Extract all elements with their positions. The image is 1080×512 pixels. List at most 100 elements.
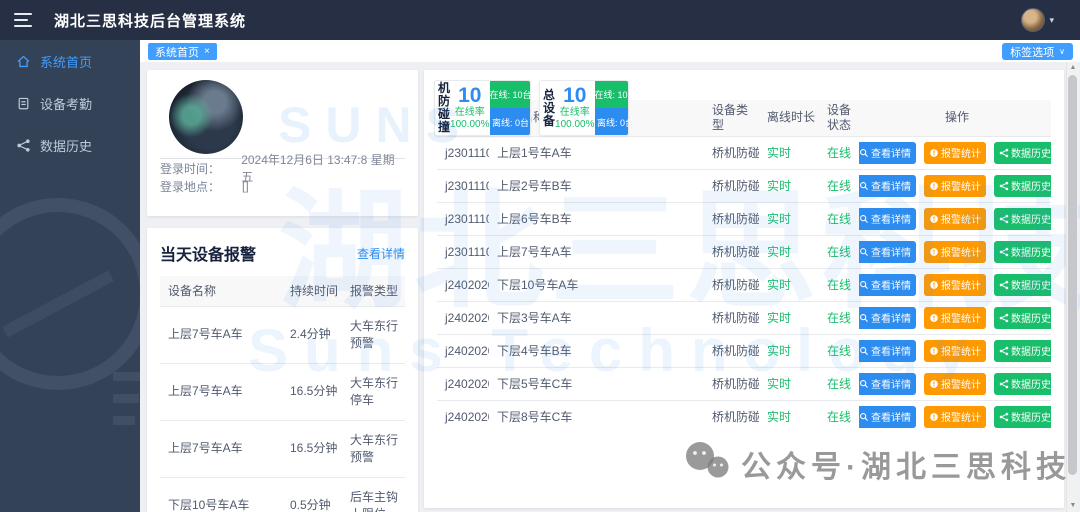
cell-offline-duration: 实时 [759, 366, 819, 400]
alert-icon [929, 280, 939, 290]
avatar[interactable] [1021, 8, 1046, 32]
sidebar-item-history[interactable]: 数据历史 [0, 124, 140, 166]
button-label: 数据历史 [1011, 380, 1051, 391]
sidebar-item-home[interactable]: 系统首页 [0, 40, 140, 82]
login-location-label: 登录地点： [160, 179, 221, 194]
button-label: 报警统计 [941, 149, 981, 160]
view-detail-button[interactable]: 查看详情 [859, 273, 916, 296]
share-icon [999, 379, 1009, 389]
data-history-button[interactable]: 数据历史 [994, 339, 1051, 362]
alarm-table: 设备名称 持续时间 报警类型 上层7号车A车 2.4分钟 大车东行预警 上层7号… [160, 276, 405, 512]
data-history-button[interactable]: 数据历史 [994, 372, 1051, 395]
cell-actions: 查看详情 报警统计 数据历史 [859, 234, 1051, 268]
stat-rate-label: 在线率 [454, 107, 485, 118]
search-icon [859, 412, 869, 422]
search-icon [859, 379, 869, 389]
view-detail-button[interactable]: 查看详情 [859, 339, 916, 362]
data-history-button[interactable]: 数据历史 [994, 141, 1051, 164]
button-label: 查看详情 [871, 182, 911, 193]
cell-device-name: 下层10号车A车 [160, 476, 282, 512]
sidebar-item-label: 设备考勤 [40, 96, 93, 112]
view-detail-button[interactable]: 查看详情 [859, 207, 916, 230]
close-icon[interactable]: × [204, 46, 210, 57]
view-detail-button[interactable]: 查看详情 [859, 306, 916, 329]
alert-icon [929, 379, 939, 389]
cell-actions: 查看详情 报警统计 数据历史 [859, 366, 1051, 400]
cell-duration: 2.4分钟 [282, 305, 342, 363]
cell-actions: 查看详情 报警统计 数据历史 [859, 399, 1051, 433]
alarm-stats-button[interactable]: 报警统计 [924, 240, 986, 263]
view-detail-button[interactable]: 查看详情 [859, 240, 916, 263]
alarm-stats-button[interactable]: 报警统计 [924, 273, 986, 296]
offline-badge: 离线: 0台 [594, 108, 628, 135]
alarm-stats-button[interactable]: 报警统计 [924, 141, 986, 164]
sidebar-logo-watermark [0, 198, 140, 390]
data-history-button[interactable]: 数据历史 [994, 273, 1051, 296]
alarm-panel: 当天设备报警 查看详情 设备名称 持续时间 报警类型 上层7号车A车 2.4分钟 [147, 228, 418, 512]
column-header: 设备类型 [704, 100, 759, 136]
button-label: 数据历史 [1011, 281, 1051, 292]
cell-alarm-type: 大车东行预警 [342, 305, 405, 363]
stat-card-total: 总设备 10 在线率 100.00% 在线: 10台 离线: 0台 [539, 80, 629, 136]
table-row: j240202008 下层10号车A车 桥机防碰撞1 实时 在线 查看详情 报警… [437, 267, 1051, 301]
share-icon [999, 181, 1009, 191]
app-title: 湖北三思科技后台管理系统 [54, 12, 247, 30]
cell-offline-duration: 实时 [759, 333, 819, 367]
share-icon [999, 247, 1009, 257]
data-history-button[interactable]: 数据历史 [994, 240, 1051, 263]
button-label: 报警统计 [941, 380, 981, 391]
cell-device-status: 在线 [819, 168, 859, 202]
button-label: 报警统计 [941, 248, 981, 259]
view-detail-link[interactable]: 查看详情 [357, 245, 405, 262]
cell-alarm-type: 大车东行预警 [342, 419, 405, 477]
login-time-label: 登录时间： [160, 161, 221, 176]
alarm-stats-button[interactable]: 报警统计 [924, 306, 986, 329]
cell-device-status: 在线 [819, 300, 859, 334]
tag-options-label: 标签选项 [1010, 46, 1055, 59]
user-menu[interactable]: ▾ [1021, 8, 1054, 32]
data-history-button[interactable]: 数据历史 [994, 207, 1051, 230]
view-detail-button[interactable]: 查看详情 [859, 372, 916, 395]
button-label: 报警统计 [941, 215, 981, 226]
vertical-scrollbar[interactable]: ▲ ▼ [1066, 62, 1078, 512]
data-history-button[interactable]: 数据历史 [994, 405, 1051, 428]
cell-device-type: 桥机防碰撞1 [704, 234, 759, 268]
alarm-panel-title: 当天设备报警 [160, 247, 257, 264]
alarm-stats-button[interactable]: 报警统计 [924, 174, 986, 197]
share-icon [999, 148, 1009, 158]
view-detail-button[interactable]: 查看详情 [859, 174, 916, 197]
profile-photo [169, 80, 243, 154]
button-label: 查看详情 [871, 413, 911, 425]
cell-device-id: j240202007 [437, 366, 489, 400]
tag-options-button[interactable]: 标签选项 ∨ [1002, 43, 1073, 60]
menu-toggle-icon[interactable] [14, 13, 32, 27]
scroll-up-arrow[interactable]: ▲ [1067, 62, 1079, 74]
button-label: 查看详情 [871, 149, 911, 160]
cell-device-name: 上层7号车A车 [160, 362, 282, 420]
table-row: j240202005 下层3号车A车 桥机防碰撞1 实时 在线 查看详情 报警统… [437, 300, 1051, 334]
tab-home[interactable]: 系统首页 × [148, 43, 217, 60]
alarm-stats-button[interactable]: 报警统计 [924, 405, 986, 428]
tab-label: 系统首页 [155, 46, 199, 59]
cell-device-name: 下层4号车B车 [489, 333, 704, 367]
button-label: 数据历史 [1011, 413, 1051, 425]
column-header: 设备名称 [160, 276, 282, 306]
stat-card-anticollision: 机防碰撞 10 在线率 100.00% 在线: 10台 离线: 0台 [434, 80, 531, 136]
cell-device-name: 上层6号车B车 [489, 201, 704, 235]
view-detail-button[interactable]: 查看详情 [859, 405, 916, 428]
stat-rate: 100.00% [555, 119, 595, 130]
scrollbar-thumb[interactable] [1068, 75, 1077, 475]
data-history-button[interactable]: 数据历史 [994, 306, 1051, 329]
alarm-stats-button[interactable]: 报警统计 [924, 207, 986, 230]
button-label: 报警统计 [941, 182, 981, 193]
table-row: j240202010 下层8号车C车 桥机防碰撞1 实时 在线 查看详情 报警统… [437, 399, 1051, 433]
alarm-stats-button[interactable]: 报警统计 [924, 372, 986, 395]
scroll-down-arrow[interactable]: ▼ [1067, 500, 1079, 512]
view-detail-button[interactable]: 查看详情 [859, 141, 916, 164]
tab-bar: 系统首页 × 标签选项 ∨ [140, 40, 1080, 62]
search-icon [859, 214, 869, 224]
alarm-stats-button[interactable]: 报警统计 [924, 339, 986, 362]
sidebar-item-attendance[interactable]: 设备考勤 [0, 82, 140, 124]
data-history-button[interactable]: 数据历史 [994, 174, 1051, 197]
cell-actions: 查看详情 报警统计 数据历史 [859, 168, 1051, 202]
